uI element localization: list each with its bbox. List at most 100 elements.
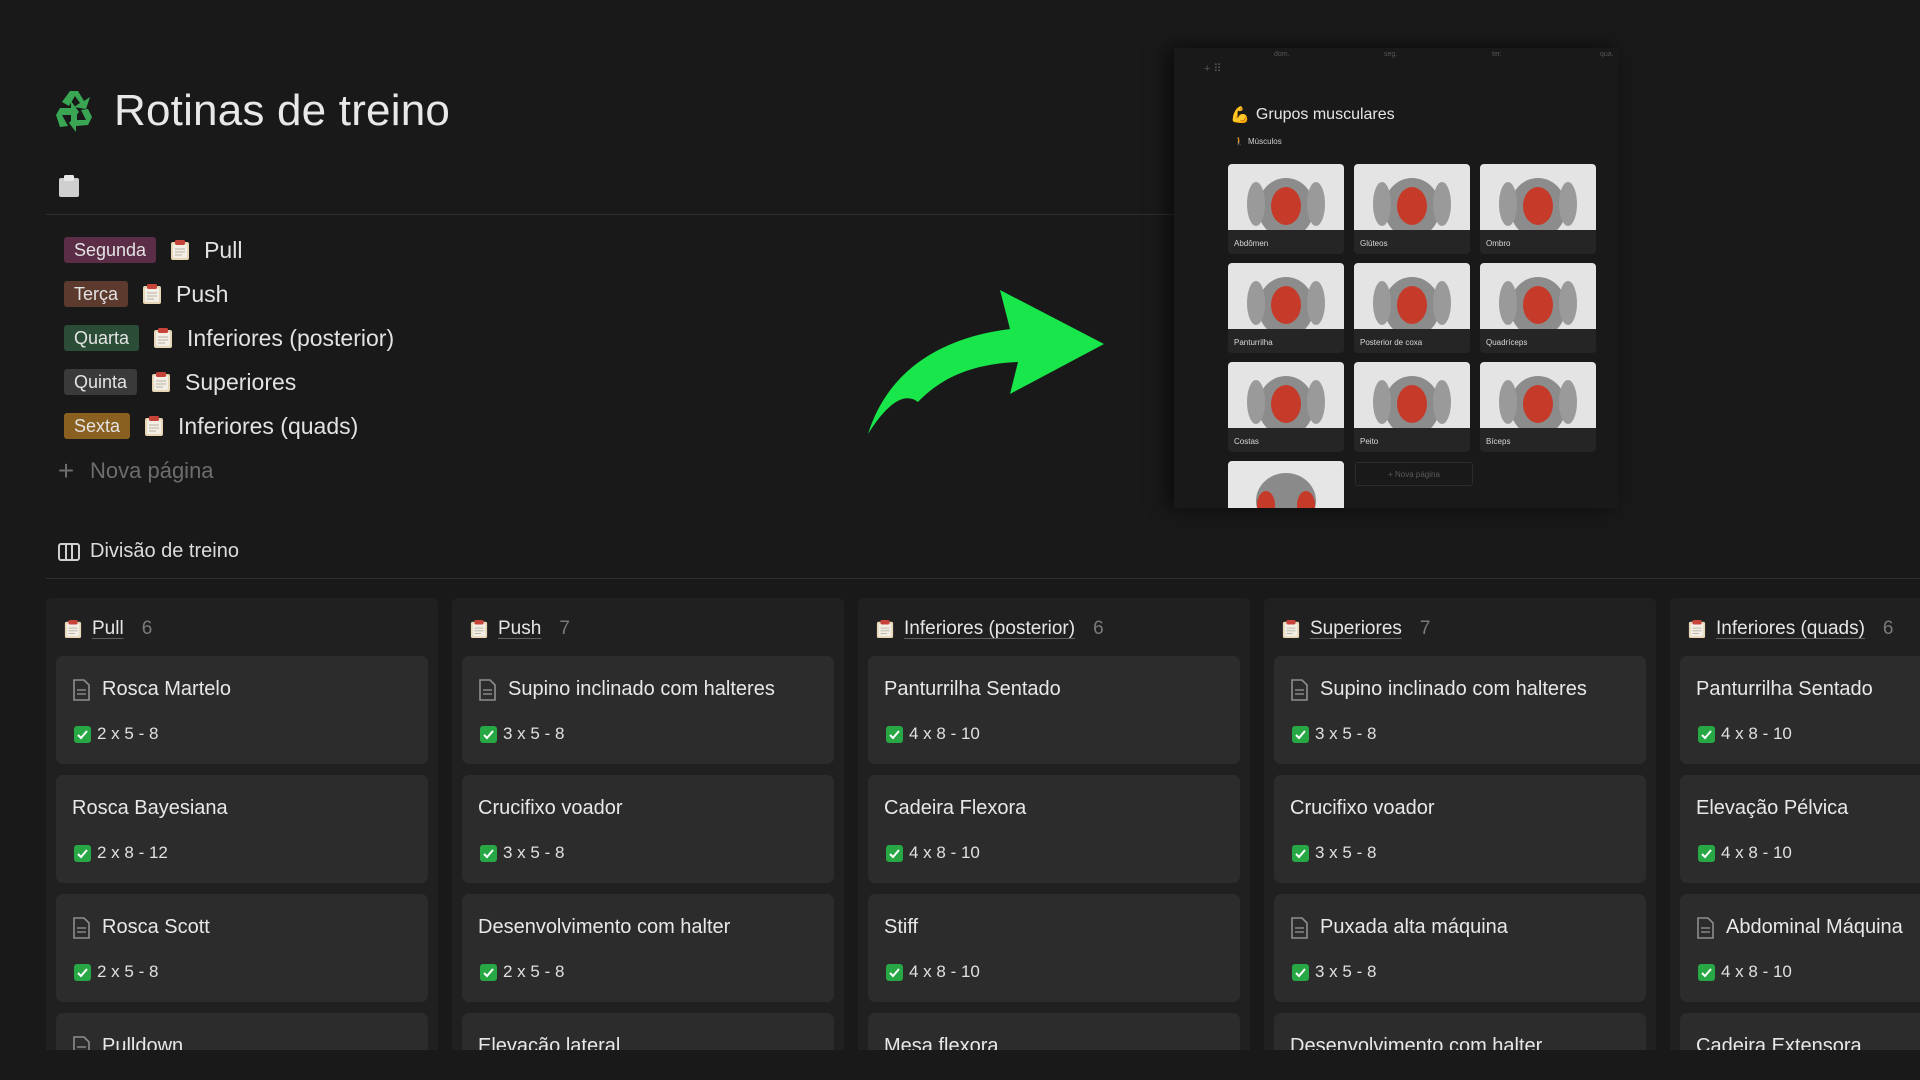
clipboard-icon: [143, 284, 162, 304]
exercise-card[interactable]: Supino inclinado com halteres 3 x 5 - 8: [1274, 656, 1646, 764]
exercise-card[interactable]: Rosca Scott 2 x 5 - 8: [56, 894, 428, 1002]
muscle-label: Quadríceps: [1486, 338, 1528, 347]
checkmark-icon: [74, 725, 91, 743]
muscle-image: [1354, 164, 1470, 230]
exercise-card[interactable]: Crucifixo voador 3 x 5 - 8: [1274, 775, 1646, 883]
muscle-card[interactable]: Glúteos: [1354, 164, 1470, 254]
column-count: 6: [1093, 618, 1104, 639]
exercise-card[interactable]: Cadeira Flexora 4 x 8 - 10: [868, 775, 1240, 883]
muscle-card-partial[interactable]: [1228, 461, 1344, 508]
exercise-card[interactable]: Supino inclinado com halteres 3 x 5 - 8: [462, 656, 834, 764]
exercise-card[interactable]: Pulldown: [56, 1013, 428, 1050]
exercise-card[interactable]: Abdominal Máquina 4 x 8 - 10: [1680, 894, 1920, 1002]
column-header[interactable]: Inferiores (quads) 6: [1670, 598, 1920, 646]
exercise-name: Mesa flexora: [884, 1035, 999, 1050]
checkmark-icon: [886, 725, 903, 743]
column-header[interactable]: Push 7: [452, 598, 844, 646]
drag-handle-icon[interactable]: + ⠿: [1204, 62, 1222, 75]
sets-property: 3 x 5 - 8: [1292, 843, 1376, 863]
routine-item[interactable]: Segunda Pull: [64, 228, 394, 272]
routine-name: Push: [176, 280, 229, 307]
day-tag: Quarta: [64, 325, 140, 351]
clipboard-icon: [145, 416, 164, 436]
muscle-image: [1228, 362, 1344, 428]
clipboard-icon: [876, 620, 894, 638]
board-divider: [46, 578, 1920, 579]
mini-new-page-button[interactable]: + Nova página: [1355, 462, 1473, 486]
exercise-card[interactable]: Elevação lateral: [462, 1013, 834, 1050]
exercise-card[interactable]: Elevação Pélvica 4 x 8 - 10: [1680, 775, 1920, 883]
exercise-card[interactable]: Desenvolvimento com halter 2 x 5 - 8: [462, 894, 834, 1002]
clipboard-icon: [1688, 620, 1706, 638]
exercise-card[interactable]: Desenvolvimento com halter: [1274, 1013, 1646, 1050]
muscle-image: [1228, 263, 1344, 329]
column-name: Inferiores (quads): [1716, 618, 1865, 639]
mini-axis-label: dom.: [1274, 51, 1290, 58]
muscle-image: [1228, 164, 1344, 230]
routine-item[interactable]: Quarta Inferiores (posterior): [64, 316, 394, 360]
sets-property: 2 x 5 - 8: [74, 962, 158, 982]
new-page-label: Nova página: [90, 458, 214, 483]
muscle-image: [1480, 164, 1596, 230]
routine-name: Superiores: [185, 368, 297, 395]
muscle-card[interactable]: Panturrilha: [1228, 263, 1344, 353]
muscle-card[interactable]: Bíceps: [1480, 362, 1596, 452]
column-header[interactable]: Pull 6: [46, 598, 438, 646]
routine-name: Inferiores (posterior): [187, 324, 395, 351]
muscle-gallery: Abdômen Glúteos Ombro Panturrilha Poster…: [1228, 164, 1596, 452]
exercise-card[interactable]: Panturrilha Sentado 4 x 8 - 10: [1680, 656, 1920, 764]
board-title: Divisão de treino: [90, 540, 239, 562]
exercise-card[interactable]: Cadeira Extensora: [1680, 1013, 1920, 1050]
muscle-card[interactable]: Abdômen: [1228, 164, 1344, 254]
column-header[interactable]: Inferiores (posterior) 6: [858, 598, 1250, 646]
sets-property: 2 x 5 - 8: [74, 724, 158, 744]
muscle-card[interactable]: Costas: [1228, 362, 1344, 452]
sets-value: 4 x 8 - 10: [909, 843, 980, 862]
routine-item[interactable]: Quinta Superiores: [64, 360, 394, 404]
exercise-name: Stiff: [884, 916, 919, 938]
exercise-card[interactable]: Mesa flexora: [868, 1013, 1240, 1050]
page-icon: [73, 1035, 90, 1050]
muscle-card[interactable]: Quadríceps: [1480, 263, 1596, 353]
checkmark-icon: [1292, 725, 1309, 743]
page-icon: [73, 678, 90, 701]
exercise-card[interactable]: Crucifixo voador 3 x 5 - 8: [462, 775, 834, 883]
clipboard-icon: [171, 240, 190, 260]
exercise-name: Rosca Scott: [102, 916, 210, 938]
page-header: Rotinas de treino: [50, 86, 450, 136]
muscle-image: [1480, 263, 1596, 329]
muscle-card[interactable]: Ombro: [1480, 164, 1596, 254]
routine-item[interactable]: Terça Push: [64, 272, 394, 316]
exercise-card[interactable]: Rosca Bayesiana 2 x 8 - 12: [56, 775, 428, 883]
recycle-icon[interactable]: [50, 87, 98, 135]
exercise-title: Elevação lateral: [478, 1035, 620, 1050]
routine-item[interactable]: Sexta Inferiores (quads): [64, 404, 394, 448]
muscle-card[interactable]: Posterior de coxa: [1354, 263, 1470, 353]
checkmark-icon: [1698, 844, 1715, 862]
exercise-name: Cadeira Flexora: [884, 797, 1027, 819]
exercise-card[interactable]: Rosca Martelo 2 x 5 - 8: [56, 656, 428, 764]
exercise-title: Panturrilha Sentado: [1696, 678, 1873, 701]
exercise-card[interactable]: Stiff 4 x 8 - 10: [868, 894, 1240, 1002]
clipboard-icon[interactable]: [58, 174, 80, 198]
column-count: 6: [1882, 618, 1894, 639]
sets-value: 3 x 5 - 8: [1315, 962, 1377, 981]
muscles-view-tab[interactable]: 🚶 Músculos: [1234, 137, 1282, 146]
board-column: Inferiores (posterior) 6 Panturrilha Sen…: [858, 598, 1250, 1050]
muscle-card[interactable]: Peito: [1354, 362, 1470, 452]
exercise-name: Crucifixo voador: [478, 797, 623, 819]
page-icon: [1697, 916, 1714, 939]
sets-value: 3 x 5 - 8: [503, 724, 565, 743]
new-page-button[interactable]: + Nova página: [56, 448, 394, 494]
routine-list: Segunda Pull Terça Push Quarta Inferiore…: [58, 228, 394, 494]
column-header[interactable]: Superiores 7: [1264, 598, 1656, 646]
page-icon: [1291, 916, 1308, 939]
sets-value: 3 x 5 - 8: [503, 843, 565, 862]
exercise-card[interactable]: Panturrilha Sentado 4 x 8 - 10: [868, 656, 1240, 764]
board-view-tab[interactable]: Divisão de treino: [58, 540, 239, 563]
exercise-card[interactable]: Puxada alta máquina 3 x 5 - 8: [1274, 894, 1646, 1002]
sets-value: 2 x 5 - 8: [97, 724, 159, 743]
header-divider: [46, 214, 1174, 215]
sets-property: 3 x 5 - 8: [1292, 724, 1376, 744]
sets-value: 2 x 5 - 8: [503, 962, 565, 981]
